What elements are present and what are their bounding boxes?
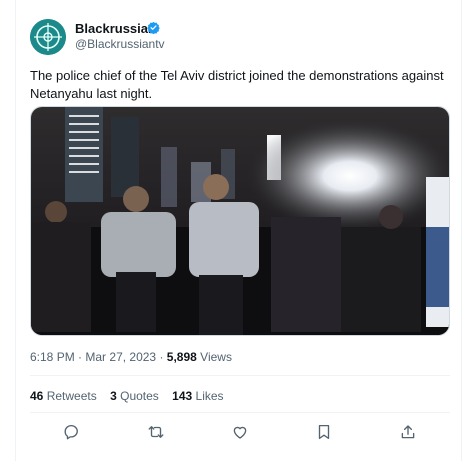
views-label: Views	[200, 350, 232, 364]
bookmark-button[interactable]	[315, 423, 335, 443]
views-count: 5,898	[166, 350, 197, 364]
verified-badge-icon	[147, 21, 160, 34]
tweet-text: The police chief of the Tel Aviv distric…	[30, 68, 444, 101]
retweets-stat[interactable]: 46 Retweets	[30, 389, 97, 403]
quotes-count: 3	[110, 389, 117, 403]
likes-count: 143	[172, 389, 193, 403]
avatar[interactable]	[30, 19, 66, 55]
author-display-name[interactable]: Blackrussian	[75, 21, 156, 36]
tweet-actions	[30, 423, 450, 443]
author-handle[interactable]: @Blackrussiantv	[75, 37, 165, 51]
bookmark-icon	[318, 424, 330, 440]
meta-separator: ·	[78, 350, 83, 364]
quotes-stat[interactable]: 3 Quotes	[110, 389, 159, 403]
meta-separator: ·	[159, 350, 164, 364]
likes-label: Likes	[195, 389, 224, 403]
retweets-count: 46	[30, 389, 44, 403]
tweet-date[interactable]: Mar 27, 2023	[85, 350, 156, 364]
reply-icon	[64, 424, 78, 440]
crosshair-logo-icon	[30, 19, 66, 55]
tweet-video[interactable]	[30, 106, 450, 336]
like-icon	[233, 426, 247, 439]
quotes-label: Quotes	[120, 389, 159, 403]
share-icon	[401, 425, 415, 439]
share-button[interactable]	[399, 423, 419, 443]
retweet-button[interactable]	[147, 423, 167, 443]
reply-button[interactable]	[63, 423, 83, 443]
video-frame-image	[31, 107, 449, 335]
retweets-label: Retweets	[46, 389, 97, 403]
divider	[30, 412, 450, 413]
divider	[30, 375, 450, 376]
likes-stat[interactable]: 143 Likes	[172, 389, 223, 403]
tweet-time[interactable]: 6:18 PM	[30, 350, 75, 364]
tweet-meta: 6:18 PM · Mar 27, 2023 · 5,898 Views	[30, 350, 232, 364]
tweet-stats: 46 Retweets 3 Quotes 143 Likes	[30, 389, 234, 403]
retweet-icon	[148, 426, 164, 438]
like-button[interactable]	[231, 423, 251, 443]
